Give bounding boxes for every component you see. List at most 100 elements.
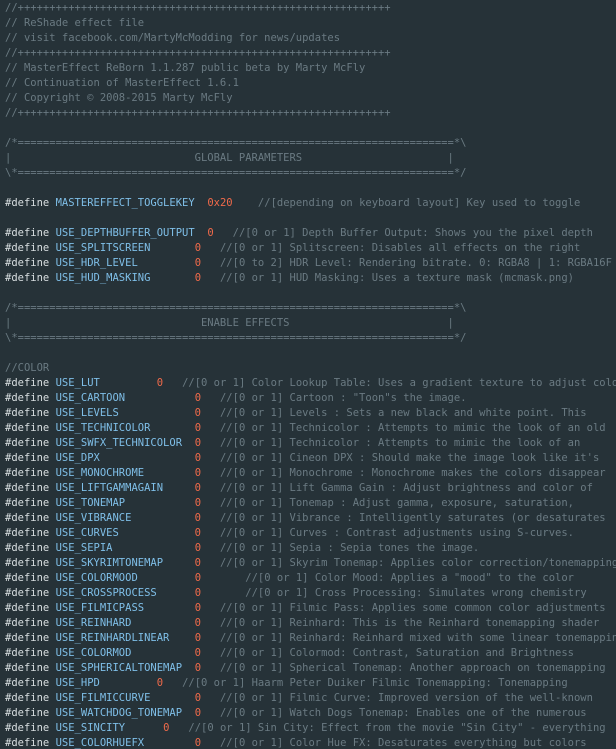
inline-comment: //[0 or 1] Color Hue FX: Desaturates eve… bbox=[219, 737, 587, 749]
macro-value: 0 bbox=[194, 602, 202, 614]
define-keyword: #define bbox=[5, 677, 50, 689]
macro-name: USE_VIBRANCE bbox=[55, 512, 132, 524]
inline-comment: //[0 or 1] Filmic Curve: Improved versio… bbox=[219, 692, 593, 704]
define-keyword: #define bbox=[5, 557, 50, 569]
macro-value: 0 bbox=[194, 512, 201, 524]
define-keyword: #define bbox=[5, 497, 50, 509]
macro-name: USE_SINCITY bbox=[55, 722, 126, 734]
inline-comment: //[0 or 1] Curves : Contrast adjustments… bbox=[219, 527, 574, 539]
macro-name: USE_TONEMAP bbox=[55, 497, 126, 509]
macro-value: 0 bbox=[194, 242, 202, 254]
define-line: #define USE_CARTOON 0 //[0 or 1] Cartoon… bbox=[5, 391, 467, 406]
comment-line: //COLOR bbox=[5, 361, 49, 376]
define-keyword: #define bbox=[5, 482, 50, 494]
macro-name: USE_REINHARD bbox=[55, 617, 132, 629]
macro-name: MASTEREFFECT_TOGGLEKEY bbox=[55, 197, 195, 209]
macro-value: 0 bbox=[163, 722, 170, 734]
inline-comment: //[0 or 1] Spherical Tonemap: Another ap… bbox=[219, 662, 606, 674]
define-line: #define USE_COLORHUEFX 0 //[0 or 1] Colo… bbox=[5, 736, 587, 749]
define-line: #define MASTEREFFECT_TOGGLEKEY 0x20 //[d… bbox=[5, 196, 580, 211]
inline-comment: //[0 or 1] Cross Processing: Simulates w… bbox=[245, 587, 587, 599]
macro-value: 0 bbox=[156, 377, 164, 389]
define-keyword: #define bbox=[5, 707, 50, 719]
define-keyword: #define bbox=[5, 737, 50, 749]
define-keyword: #define bbox=[5, 422, 50, 434]
define-line: #define USE_REINHARD 0 //[0 or 1] Reinha… bbox=[5, 616, 599, 631]
define-line: #define USE_SKYRIMTONEMAP 0 //[0 or 1] S… bbox=[5, 556, 616, 571]
define-line: #define USE_MONOCHROME 0 //[0 or 1] Mono… bbox=[5, 466, 606, 481]
define-line: #define USE_HDR_LEVEL 0 //[0 to 2] HDR L… bbox=[5, 256, 612, 271]
define-line: #define USE_VIBRANCE 0 //[0 or 1] Vibran… bbox=[5, 511, 606, 526]
comment-text: // Copyright © 2008-2015 Marty McFly bbox=[5, 92, 233, 104]
inline-comment: //[0 or 1] Lift Gamma Gain : Adjust brig… bbox=[219, 482, 593, 494]
inline-comment: //[0 or 1] Color Lookup Table: Uses a gr… bbox=[182, 377, 616, 389]
define-keyword: #define bbox=[5, 227, 50, 239]
macro-value: 0 bbox=[194, 617, 201, 629]
comment-line: // Continuation of MasterEffect 1.6.1 bbox=[5, 76, 239, 91]
comment-text: | GLOBAL PARAMETERS | bbox=[5, 152, 454, 164]
inline-comment: //[0 or 1] Watch Dogs Tonemap: Enables o… bbox=[219, 707, 587, 719]
comment-text: | ENABLE EFFECTS | bbox=[5, 317, 454, 329]
macro-value: 0 bbox=[194, 737, 202, 749]
comment-text: /*======================================… bbox=[5, 137, 467, 149]
inline-comment: //[0 or 1] Sepia : Sepia tones the image… bbox=[219, 542, 480, 554]
comment-text: /*======================================… bbox=[5, 302, 467, 314]
comment-text: \*======================================… bbox=[5, 332, 467, 344]
macro-name: USE_DEPTHBUFFER_OUTPUT bbox=[55, 227, 195, 239]
define-keyword: #define bbox=[5, 647, 50, 659]
macro-value: 0 bbox=[194, 527, 201, 539]
macro-value: 0 bbox=[194, 392, 202, 404]
macro-name: USE_CURVES bbox=[55, 527, 119, 539]
define-line: #define USE_COLORMOOD 0 //[0 or 1] Color… bbox=[5, 571, 574, 586]
comment-line: /*======================================… bbox=[5, 301, 466, 316]
define-keyword: #define bbox=[5, 722, 50, 734]
macro-name: USE_HPD bbox=[55, 677, 100, 689]
macro-name: USE_FILMICPASS bbox=[55, 602, 145, 614]
comment-line: | GLOBAL PARAMETERS | bbox=[5, 151, 454, 166]
define-line: #define USE_SPLITSCREEN 0 //[0 or 1] Spl… bbox=[5, 241, 580, 256]
comment-line: /*======================================… bbox=[5, 136, 466, 151]
comment-line: //++++++++++++++++++++++++++++++++++++++… bbox=[5, 106, 391, 121]
inline-comment: //[0 or 1] Levels : Sets a new black and… bbox=[219, 407, 587, 419]
macro-name: USE_HDR_LEVEL bbox=[55, 257, 138, 269]
define-line: #define USE_CURVES 0 //[0 or 1] Curves :… bbox=[5, 526, 574, 541]
comment-line: | ENABLE EFFECTS | bbox=[5, 316, 454, 331]
comment-text: //++++++++++++++++++++++++++++++++++++++… bbox=[5, 2, 391, 14]
comment-text: \*======================================… bbox=[5, 167, 467, 179]
comment-line: //++++++++++++++++++++++++++++++++++++++… bbox=[5, 46, 391, 61]
inline-comment: //[0 or 1] Reinhard: This is the Reinhar… bbox=[219, 617, 600, 629]
define-keyword: #define bbox=[5, 197, 50, 209]
macro-name: USE_SPLITSCREEN bbox=[55, 242, 151, 254]
inline-comment: //[0 or 1] Color Mood: Applies a "mood" … bbox=[245, 572, 575, 584]
comment-text: // visit facebook.com/MartyMcModding for… bbox=[5, 32, 341, 44]
comment-text: //++++++++++++++++++++++++++++++++++++++… bbox=[5, 107, 391, 119]
inline-comment: //[0 or 1] Monochrome : Monochrome makes… bbox=[219, 467, 606, 479]
macro-value: 0 bbox=[194, 407, 201, 419]
macro-value: 0 bbox=[156, 677, 164, 689]
macro-value: 0 bbox=[207, 227, 214, 239]
define-keyword: #define bbox=[5, 392, 50, 404]
define-line: #define USE_CROSSPROCESS 0 //[0 or 1] Cr… bbox=[5, 586, 587, 601]
macro-value: 0 bbox=[194, 557, 201, 569]
macro-value: 0x20 bbox=[207, 197, 233, 209]
define-keyword: #define bbox=[5, 467, 50, 479]
macro-name: USE_COLORHUEFX bbox=[55, 737, 145, 749]
code-editor[interactable]: //++++++++++++++++++++++++++++++++++++++… bbox=[0, 0, 616, 749]
inline-comment: //[0 or 1] Sin City: Effect from the mov… bbox=[188, 722, 606, 734]
define-line: #define USE_COLORMOD 0 //[0 or 1] Colorm… bbox=[5, 646, 574, 661]
macro-name: USE_COLORMOD bbox=[55, 647, 132, 659]
define-line: #define USE_HPD 0 //[0 or 1] Haarm Peter… bbox=[5, 676, 568, 691]
macro-value: 0 bbox=[194, 662, 202, 674]
inline-comment: //[0 to 2] HDR Level: Rendering bitrate.… bbox=[219, 257, 612, 269]
inline-comment: //[0 or 1] Tonemap : Adjust gamma, expos… bbox=[219, 497, 574, 509]
define-line: #define USE_TECHNICOLOR 0 //[0 or 1] Tec… bbox=[5, 421, 606, 436]
macro-value: 0 bbox=[194, 482, 201, 494]
macro-name: USE_HUD_MASKING bbox=[55, 272, 151, 284]
macro-name: USE_REINHARDLINEAR bbox=[55, 632, 170, 644]
macro-name: USE_LEVELS bbox=[55, 407, 119, 419]
macro-value: 0 bbox=[194, 422, 202, 434]
comment-line: \*======================================… bbox=[5, 166, 466, 181]
macro-name: USE_DPX bbox=[55, 452, 100, 464]
inline-comment: //[0 or 1] Haarm Peter Duiker Filmic Ton… bbox=[182, 677, 568, 689]
inline-comment: //[0 or 1] Cartoon : "Toon"s the image. bbox=[219, 392, 467, 404]
